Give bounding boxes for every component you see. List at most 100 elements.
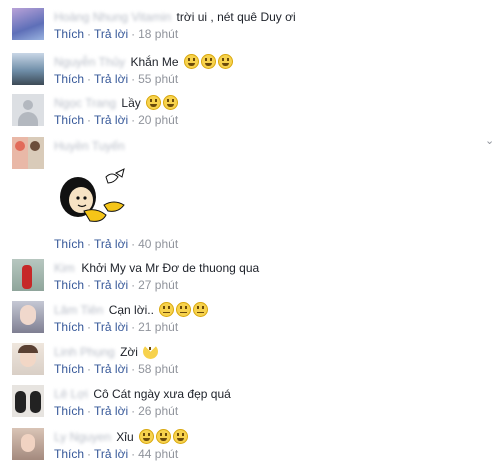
commenter-name[interactable]: Hoàng Nhung Vitamin [54,9,171,25]
comment-text: Xỉu [116,430,134,444]
comment-item: Lê Lợi Cô Cát ngày xưa đẹp quá Thích · Trả… [12,385,482,421]
like-link[interactable]: Thích [54,404,84,418]
grinning-face-icon [217,54,233,69]
grinning-face-icon [138,429,154,444]
comment-text: trời ui , nét quê Duy ơi [176,10,296,24]
commenter-name[interactable]: Ngọc Trang [54,95,116,111]
neutral-face-icon [193,302,209,317]
reply-link[interactable]: Trả lời [94,27,128,41]
commenter-name[interactable]: Linh Phụng [54,344,115,360]
grinning-face-icon [146,95,162,110]
like-link[interactable]: Thích [54,237,84,251]
commenter-name[interactable]: Ly Nguyen [54,429,111,445]
timestamp[interactable]: 55 phút [138,72,178,86]
grinning-face-icon [200,54,216,69]
avatar[interactable] [12,301,44,333]
separator: · [87,447,92,461]
timestamp[interactable]: 21 phút [138,320,178,334]
timestamp[interactable]: 26 phút [138,404,178,418]
emoji-group [182,54,233,69]
reply-link[interactable]: Trả lời [94,404,128,418]
reply-link[interactable]: Trả lời [94,113,128,127]
pacman-icon [143,344,159,359]
separator: · [87,320,92,334]
commenter-name[interactable]: Lâm Tiên [54,302,103,318]
separator: · [131,320,136,334]
reply-link[interactable]: Trả lời [94,72,128,86]
comment-item: Lâm Tiên Cạn lời.. Thích · Trả lời · 21 phút [12,301,482,337]
separator: · [87,72,92,86]
comment-actions: Thích · Trả lời · 26 phút [54,404,178,418]
reply-link[interactable]: Trả lời [94,447,128,461]
separator: · [87,237,92,251]
timestamp[interactable]: 44 phút [138,447,178,461]
commenter-name[interactable]: Huyền Tuyến [54,138,125,154]
timestamp[interactable]: 18 phút [138,27,178,41]
like-link[interactable]: Thích [54,447,84,461]
timestamp[interactable]: 58 phút [138,362,178,376]
comment-feed: ⌄ Hoàng Nhung Vitamin trời ui , nét quê … [0,0,503,471]
separator: · [131,113,136,127]
commenter-name[interactable]: Kim [54,260,76,276]
comment-actions: Thích · Trả lời · 44 phút [54,447,178,461]
commenter-name[interactable]: Lê Lợi [54,386,88,402]
commenter-name[interactable]: Nguyễn Thủy [54,54,125,70]
reply-link[interactable]: Trả lời [94,362,128,376]
chevron-down-icon[interactable]: ⌄ [485,136,495,147]
avatar[interactable] [12,8,44,40]
comment-text: Lầy [121,96,141,110]
like-link[interactable]: Thích [54,278,84,292]
comment-text: Khắn Me [130,55,179,69]
avatar[interactable] [12,53,44,85]
comment-actions: Thích · Trả lời · 55 phút [54,72,178,86]
comment-actions: Thích · Trả lời · 40 phút [54,237,178,251]
comment-text: Khởi My va Mr Đơ de thuong qua [81,261,260,275]
separator: · [131,404,136,418]
separator: · [87,404,92,418]
avatar[interactable] [12,137,44,169]
reply-link[interactable]: Trả lời [94,320,128,334]
avatar[interactable] [12,428,44,460]
comment-item: Linh Phụng Zời Thích · Trả lời · 58 phút [12,343,482,379]
like-link[interactable]: Thích [54,113,84,127]
avatar[interactable] [12,259,44,291]
comment-item: Hoàng Nhung Vitamin trời ui , nét quê Du… [12,8,482,44]
timestamp[interactable]: 27 phút [138,278,178,292]
timestamp[interactable]: 40 phút [138,237,178,251]
separator: · [87,278,92,292]
grinning-face-icon [172,429,188,444]
separator: · [131,72,136,86]
comment-item: Ngọc Trang Lầy Thích · Trả lời · 20 phút [12,94,482,130]
like-link[interactable]: Thích [54,72,84,86]
neutral-face-icon [159,302,175,317]
separator: · [131,27,136,41]
avatar[interactable] [12,385,44,417]
comment-item: Kim Khởi My va Mr Đơ de thuong qua Thích… [12,259,482,295]
timestamp[interactable]: 20 phút [138,113,178,127]
comment-item: Nguyễn Thủy Khắn Me Thích · Trả lời · 55 phú… [12,53,482,89]
avatar[interactable] [12,343,44,375]
grinning-face-icon [183,54,199,69]
grinning-face-icon [163,95,179,110]
grinning-face-icon [155,429,171,444]
comment-text: Zời [120,345,138,359]
reply-link[interactable]: Trả lời [94,237,128,251]
reply-link[interactable]: Trả lời [94,278,128,292]
comment-item: Ly Nguyen Xỉu Thích · Trả lời · 44 phút [12,428,482,464]
separator: · [131,278,136,292]
separator: · [131,362,136,376]
comment-text: Cô Cát ngày xưa đẹp quá [93,387,231,401]
like-link[interactable]: Thích [54,27,84,41]
avatar[interactable] [12,94,44,126]
separator: · [87,27,92,41]
comment-text: Cạn lời.. [108,303,154,317]
emoji-group [144,95,179,110]
separator: · [131,237,136,251]
like-link[interactable]: Thích [54,320,84,334]
neutral-face-icon [176,302,192,317]
sticker[interactable] [54,165,134,225]
like-link[interactable]: Thích [54,362,84,376]
comment-actions: Thích · Trả lời · 18 phút [54,27,178,41]
comment-actions: Thích · Trả lời · 27 phút [54,278,178,292]
separator: · [87,113,92,127]
